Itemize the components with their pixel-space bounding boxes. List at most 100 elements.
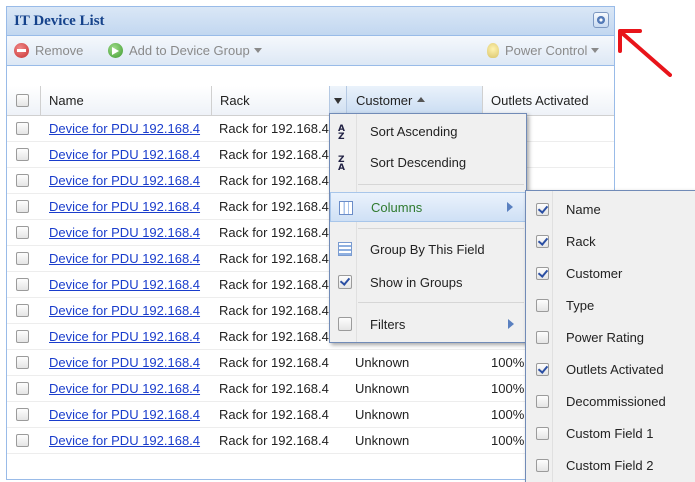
rack-value: Rack for 192.168.4 (219, 173, 329, 188)
column-toggle-item[interactable]: Decommissioned (526, 385, 695, 417)
row-checkbox[interactable] (16, 122, 29, 135)
row-checkbox[interactable] (16, 330, 29, 343)
sort-descending-icon: ZA (338, 155, 345, 173)
device-name-link[interactable]: Device for PDU 192.168.4 (49, 147, 200, 162)
row-rack-cell: Rack for 192.168.4 (219, 350, 347, 375)
panel-title: IT Device List (14, 13, 105, 29)
row-select-cell (16, 272, 36, 297)
device-name-link[interactable]: Device for PDU 192.168.4 (49, 303, 200, 318)
table-row[interactable]: Device for PDU 192.168.4 Rack for 192.168… (7, 350, 614, 376)
menu-item-sort-descending[interactable]: ZA Sort Descending (330, 147, 526, 177)
column-header-rack[interactable]: Rack (212, 86, 348, 115)
row-checkbox[interactable] (16, 434, 29, 447)
row-checkbox[interactable] (16, 382, 29, 395)
table-row[interactable]: Device for PDU 192.168.4 Rack for 192.168… (7, 402, 614, 428)
column-header-customer[interactable]: Customer (347, 86, 483, 115)
row-checkbox[interactable] (16, 408, 29, 421)
column-toggle-checkbox[interactable] (536, 426, 549, 440)
group-by-label: Group By This Field (370, 241, 485, 257)
add-to-device-group-button[interactable]: Add to Device Group (108, 41, 262, 59)
column-header-outlets[interactable]: Outlets Activated (483, 86, 614, 115)
row-checkbox[interactable] (16, 226, 29, 239)
column-toggle-checkbox[interactable] (536, 330, 549, 344)
show-in-groups-checkbox[interactable] (338, 275, 352, 289)
column-toggle-checkbox[interactable] (536, 362, 549, 376)
column-header-name[interactable]: Name (41, 86, 212, 115)
table-row[interactable]: Device for PDU 192.168.4 Rack for 192.168… (7, 376, 614, 402)
row-name-cell: Device for PDU 192.168.4 (49, 272, 211, 297)
device-name-link[interactable]: Device for PDU 192.168.4 (49, 277, 200, 292)
row-rack-cell: Rack for 192.168.4 (219, 220, 347, 245)
column-toggle-item[interactable]: Type (526, 289, 695, 321)
row-checkbox[interactable] (16, 252, 29, 265)
filters-label: Filters (370, 316, 406, 332)
remove-label: Remove (35, 42, 84, 58)
annotation-arrow-icon (618, 29, 672, 77)
select-all-checkbox[interactable] (16, 94, 29, 107)
row-rack-cell: Rack for 192.168.4 (219, 246, 347, 271)
row-rack-cell: Rack for 192.168.4 (219, 194, 347, 219)
column-toggle-checkbox[interactable] (536, 458, 549, 472)
panel-settings-button[interactable] (593, 12, 609, 28)
row-select-cell (16, 246, 36, 271)
column-header-rack-label: Rack (220, 93, 250, 108)
row-checkbox[interactable] (16, 356, 29, 369)
column-toggle-label: Outlets Activated (566, 361, 664, 377)
row-checkbox[interactable] (16, 278, 29, 291)
menu-item-group-by[interactable]: Group By This Field (330, 234, 526, 264)
rack-value: Rack for 192.168.4 (219, 121, 329, 136)
row-name-cell: Device for PDU 192.168.4 (49, 116, 211, 141)
device-name-link[interactable]: Device for PDU 192.168.4 (49, 225, 200, 240)
rack-value: Rack for 192.168.4 (219, 277, 329, 292)
column-toggle-checkbox[interactable] (536, 266, 549, 280)
column-toggle-checkbox[interactable] (536, 394, 549, 408)
row-select-cell (16, 350, 36, 375)
grid-header: Name Rack Customer Outlets Activated (7, 86, 614, 116)
row-customer-cell: Unknown (355, 350, 481, 375)
device-name-link[interactable]: Device for PDU 192.168.4 (49, 407, 200, 422)
device-name-link[interactable]: Device for PDU 192.168.4 (49, 433, 200, 448)
menu-item-sort-ascending[interactable]: AZ Sort Ascending (330, 116, 526, 146)
column-toggle-item[interactable]: Power Rating (526, 321, 695, 353)
filters-checkbox[interactable] (338, 317, 352, 331)
menu-item-filters[interactable]: Filters (330, 309, 526, 339)
row-select-cell (16, 168, 36, 193)
column-toggle-item[interactable]: Name (526, 193, 695, 225)
device-name-link[interactable]: Device for PDU 192.168.4 (49, 121, 200, 136)
submenu-arrow-icon (508, 319, 514, 329)
row-checkbox[interactable] (16, 304, 29, 317)
column-toggle-item[interactable]: Rack (526, 225, 695, 257)
row-select-cell (16, 194, 36, 219)
column-toggle-item[interactable]: Custom Field 2 (526, 449, 695, 481)
menu-item-show-in-groups[interactable]: Show in Groups (330, 267, 526, 297)
device-name-link[interactable]: Device for PDU 192.168.4 (49, 355, 200, 370)
column-toggle-item[interactable]: Custom Field 1 (526, 417, 695, 449)
row-checkbox[interactable] (16, 148, 29, 161)
remove-button[interactable]: Remove (14, 41, 83, 59)
row-checkbox[interactable] (16, 200, 29, 213)
add-to-device-group-label: Add to Device Group (129, 42, 250, 58)
table-row[interactable]: Device for PDU 192.168.4 Rack for 192.168… (7, 428, 614, 454)
rack-value: Rack for 192.168.4 (219, 147, 329, 162)
rack-value: Rack for 192.168.4 (219, 251, 329, 266)
column-toggle-item[interactable]: Customer (526, 257, 695, 289)
row-name-cell: Device for PDU 192.168.4 (49, 298, 211, 323)
gear-icon (597, 16, 605, 24)
device-name-link[interactable]: Device for PDU 192.168.4 (49, 199, 200, 214)
column-toggle-checkbox[interactable] (536, 202, 549, 216)
device-name-link[interactable]: Device for PDU 192.168.4 (49, 173, 200, 188)
row-checkbox[interactable] (16, 174, 29, 187)
device-name-link[interactable]: Device for PDU 192.168.4 (49, 381, 200, 396)
column-toggle-checkbox[interactable] (536, 298, 549, 312)
header-select-all[interactable] (7, 86, 41, 115)
rack-value: Rack for 192.168.4 (219, 355, 329, 370)
column-toggle-item[interactable]: Outlets Activated (526, 353, 695, 385)
power-control-button[interactable]: Power Control (487, 41, 600, 59)
device-name-link[interactable]: Device for PDU 192.168.4 (49, 251, 200, 266)
column-toggle-checkbox[interactable] (536, 234, 549, 248)
device-name-link[interactable]: Device for PDU 192.168.4 (49, 329, 200, 344)
row-name-cell: Device for PDU 192.168.4 (49, 428, 211, 453)
menu-item-columns[interactable]: Columns (330, 192, 526, 222)
column-menu-trigger[interactable] (329, 86, 347, 115)
row-name-cell: Device for PDU 192.168.4 (49, 350, 211, 375)
